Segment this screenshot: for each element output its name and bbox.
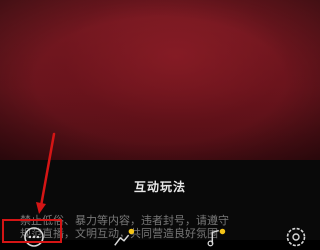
gear-icon bbox=[286, 227, 306, 247]
music-badge bbox=[219, 228, 226, 235]
music-note-icon bbox=[207, 228, 226, 247]
gift-button[interactable] bbox=[112, 226, 136, 250]
settings-button[interactable] bbox=[284, 226, 308, 250]
video-vignette bbox=[0, 0, 320, 160]
music-button[interactable] bbox=[204, 226, 228, 250]
gift-badge bbox=[128, 228, 135, 235]
gift-icon bbox=[114, 228, 135, 246]
video-preview bbox=[0, 0, 320, 160]
panel-title: 互动玩法 bbox=[133, 180, 186, 194]
highlight-box bbox=[2, 219, 62, 243]
